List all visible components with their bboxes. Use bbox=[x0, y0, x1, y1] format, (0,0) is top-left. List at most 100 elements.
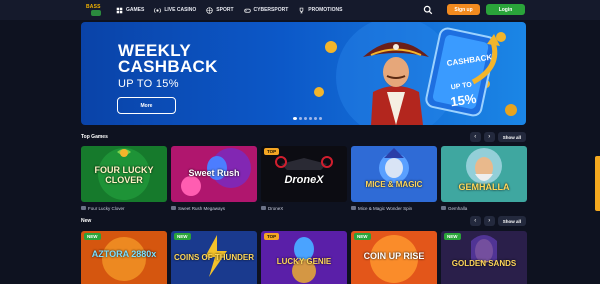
game-thumbnail[interactable]: NEW COINS OF THUNDER bbox=[171, 231, 257, 284]
pirate-illustration: CASHBACK UP TO 15% bbox=[314, 22, 517, 125]
header-actions: Sign up Login bbox=[423, 4, 525, 15]
new-games-show-all-button[interactable]: Show all bbox=[497, 216, 526, 226]
new-games-next-button[interactable]: › bbox=[483, 216, 495, 226]
new-games-header: New ‹ › Show all bbox=[81, 215, 526, 227]
new-games-title: New bbox=[81, 218, 92, 224]
new-games-controls: ‹ › Show all bbox=[469, 216, 526, 226]
top-games-next-button[interactable]: › bbox=[483, 132, 495, 142]
top-navigation: BASS GAMES LIVE CASINO SPORT CYBERSPORT … bbox=[0, 0, 600, 20]
game-card[interactable]: NEW COINS OF THUNDER bbox=[171, 231, 257, 284]
game-label: Sweet Rush Megaways bbox=[171, 205, 257, 211]
game-name: DroneX bbox=[268, 205, 284, 211]
nav-live-casino[interactable]: LIVE CASINO bbox=[154, 7, 196, 14]
banner-pagination bbox=[293, 117, 322, 120]
nav-sport[interactable]: SPORT bbox=[206, 6, 234, 14]
promo-banner[interactable]: WEEKLY CASHBACK UP TO 15% More CASHBACK … bbox=[81, 22, 526, 125]
site-logo[interactable]: BASS bbox=[84, 3, 108, 17]
banner-dot[interactable] bbox=[319, 117, 322, 120]
banner-dot[interactable] bbox=[299, 117, 302, 120]
game-art-title: Sweet Rush bbox=[188, 168, 240, 178]
game-label: Four Lucky Clover bbox=[81, 205, 167, 211]
game-thumbnail[interactable]: TOP LUCKY GENIE bbox=[261, 231, 347, 284]
game-label: DroneX bbox=[261, 205, 347, 211]
provider-icon bbox=[261, 206, 266, 210]
signup-button[interactable]: Sign up bbox=[447, 4, 480, 15]
game-label: Mice & Magic Wonder Spin bbox=[351, 205, 437, 211]
top-games-controls: ‹ › Show all bbox=[469, 132, 526, 142]
game-label: Gemhalla bbox=[441, 205, 527, 211]
banner-dot[interactable] bbox=[304, 117, 307, 120]
game-card[interactable]: NEW GOLDEN SANDS bbox=[441, 231, 527, 284]
provider-icon bbox=[81, 206, 86, 210]
game-art-title: FOUR LUCKY CLOVER bbox=[94, 165, 154, 185]
nav-games-label: GAMES bbox=[126, 7, 145, 13]
top-games-show-all-button[interactable]: Show all bbox=[497, 132, 526, 142]
top-games-header: Top Games ‹ › Show all bbox=[81, 131, 526, 143]
provider-icon bbox=[351, 206, 356, 210]
game-card[interactable]: NEW COIN UP RISE bbox=[351, 231, 437, 284]
game-art-title: DroneX bbox=[284, 174, 324, 186]
nav-cybersport[interactable]: CYBERSPORT bbox=[243, 7, 289, 14]
game-thumbnail[interactable]: MICE & MAGIC bbox=[351, 146, 437, 202]
ball-icon bbox=[206, 6, 213, 14]
new-badge: NEW bbox=[174, 233, 191, 240]
game-card[interactable]: MICE & MAGIC Mice & Magic Wonder Spin bbox=[351, 146, 437, 211]
game-thumbnail[interactable]: Sweet Rush bbox=[171, 146, 257, 202]
logo-mark bbox=[91, 10, 101, 16]
nav-games[interactable]: GAMES bbox=[116, 7, 144, 14]
game-card[interactable]: FOUR LUCKY CLOVER Four Lucky Clover bbox=[81, 146, 167, 211]
game-name: Sweet Rush Megaways bbox=[178, 205, 226, 211]
game-card[interactable]: TOP LUCKY GENIE bbox=[261, 231, 347, 284]
game-card[interactable]: TOP DroneX DroneX bbox=[261, 146, 347, 211]
top-games-list: FOUR LUCKY CLOVER Four Lucky Clover Swee… bbox=[81, 146, 527, 211]
new-badge: NEW bbox=[354, 233, 371, 240]
game-card[interactable]: GEMHALLA Gemhalla bbox=[441, 146, 527, 211]
game-name: Mice & Magic Wonder Spin bbox=[358, 205, 413, 211]
game-art-title: COIN UP RISE bbox=[363, 251, 425, 261]
nav-cybersport-label: CYBERSPORT bbox=[253, 7, 289, 13]
banner-dot[interactable] bbox=[293, 117, 297, 120]
new-games-list: NEW AZTORA 2880x NEW COINS OF THUNDER TO… bbox=[81, 231, 527, 284]
side-support-tab[interactable] bbox=[595, 156, 600, 211]
top-badge: TOP bbox=[264, 233, 280, 240]
banner-dot[interactable] bbox=[314, 117, 317, 120]
game-thumbnail[interactable]: GEMHALLA bbox=[441, 146, 527, 202]
login-button[interactable]: Login bbox=[486, 4, 525, 15]
top-games-title: Top Games bbox=[81, 134, 108, 140]
page: BASS GAMES LIVE CASINO SPORT CYBERSPORT … bbox=[0, 0, 600, 284]
top-games-prev-button[interactable]: ‹ bbox=[469, 132, 481, 142]
new-games-prev-button[interactable]: ‹ bbox=[469, 216, 481, 226]
provider-icon bbox=[171, 206, 176, 210]
game-art-title: COINS OF THUNDER bbox=[174, 253, 254, 262]
game-card[interactable]: Sweet Rush Sweet Rush Megaways bbox=[171, 146, 257, 211]
new-badge: NEW bbox=[84, 233, 101, 240]
game-card[interactable]: NEW AZTORA 2880x bbox=[81, 231, 167, 284]
game-thumbnail[interactable]: NEW GOLDEN SANDS bbox=[441, 231, 527, 284]
games-icon bbox=[116, 7, 123, 14]
banner-dot[interactable] bbox=[309, 117, 312, 120]
game-art-title: GOLDEN SANDS bbox=[451, 259, 517, 268]
game-art-title: GEMHALLA bbox=[458, 182, 510, 192]
game-name: Gemhalla bbox=[448, 205, 468, 211]
gamepad-icon bbox=[243, 7, 251, 14]
game-thumbnail[interactable]: FOUR LUCKY CLOVER bbox=[81, 146, 167, 202]
game-thumbnail[interactable]: NEW AZTORA 2880x bbox=[81, 231, 167, 284]
nav-sport-label: SPORT bbox=[216, 7, 234, 13]
game-thumbnail[interactable]: NEW COIN UP RISE bbox=[351, 231, 437, 284]
nav-live-casino-label: LIVE CASINO bbox=[164, 7, 197, 13]
nav-promotions[interactable]: PROMOTIONS bbox=[298, 7, 342, 14]
banner-more-button[interactable]: More bbox=[117, 97, 176, 114]
game-art-title: LUCKY GENIE bbox=[276, 257, 332, 266]
banner-title: WEEKLY CASHBACK bbox=[118, 42, 218, 76]
banner-subtitle: UP TO 15% bbox=[118, 78, 179, 90]
new-badge: NEW bbox=[444, 233, 461, 240]
live-icon bbox=[154, 7, 162, 14]
top-badge: TOP bbox=[264, 148, 280, 155]
trophy-icon bbox=[298, 7, 305, 14]
game-thumbnail[interactable]: TOP DroneX bbox=[261, 146, 347, 202]
provider-icon bbox=[441, 206, 446, 210]
main-nav: GAMES LIVE CASINO SPORT CYBERSPORT PROMO… bbox=[116, 6, 342, 14]
game-name: Four Lucky Clover bbox=[88, 205, 125, 211]
banner-title-line2: CASHBACK bbox=[118, 57, 218, 76]
search-icon[interactable] bbox=[423, 5, 433, 15]
